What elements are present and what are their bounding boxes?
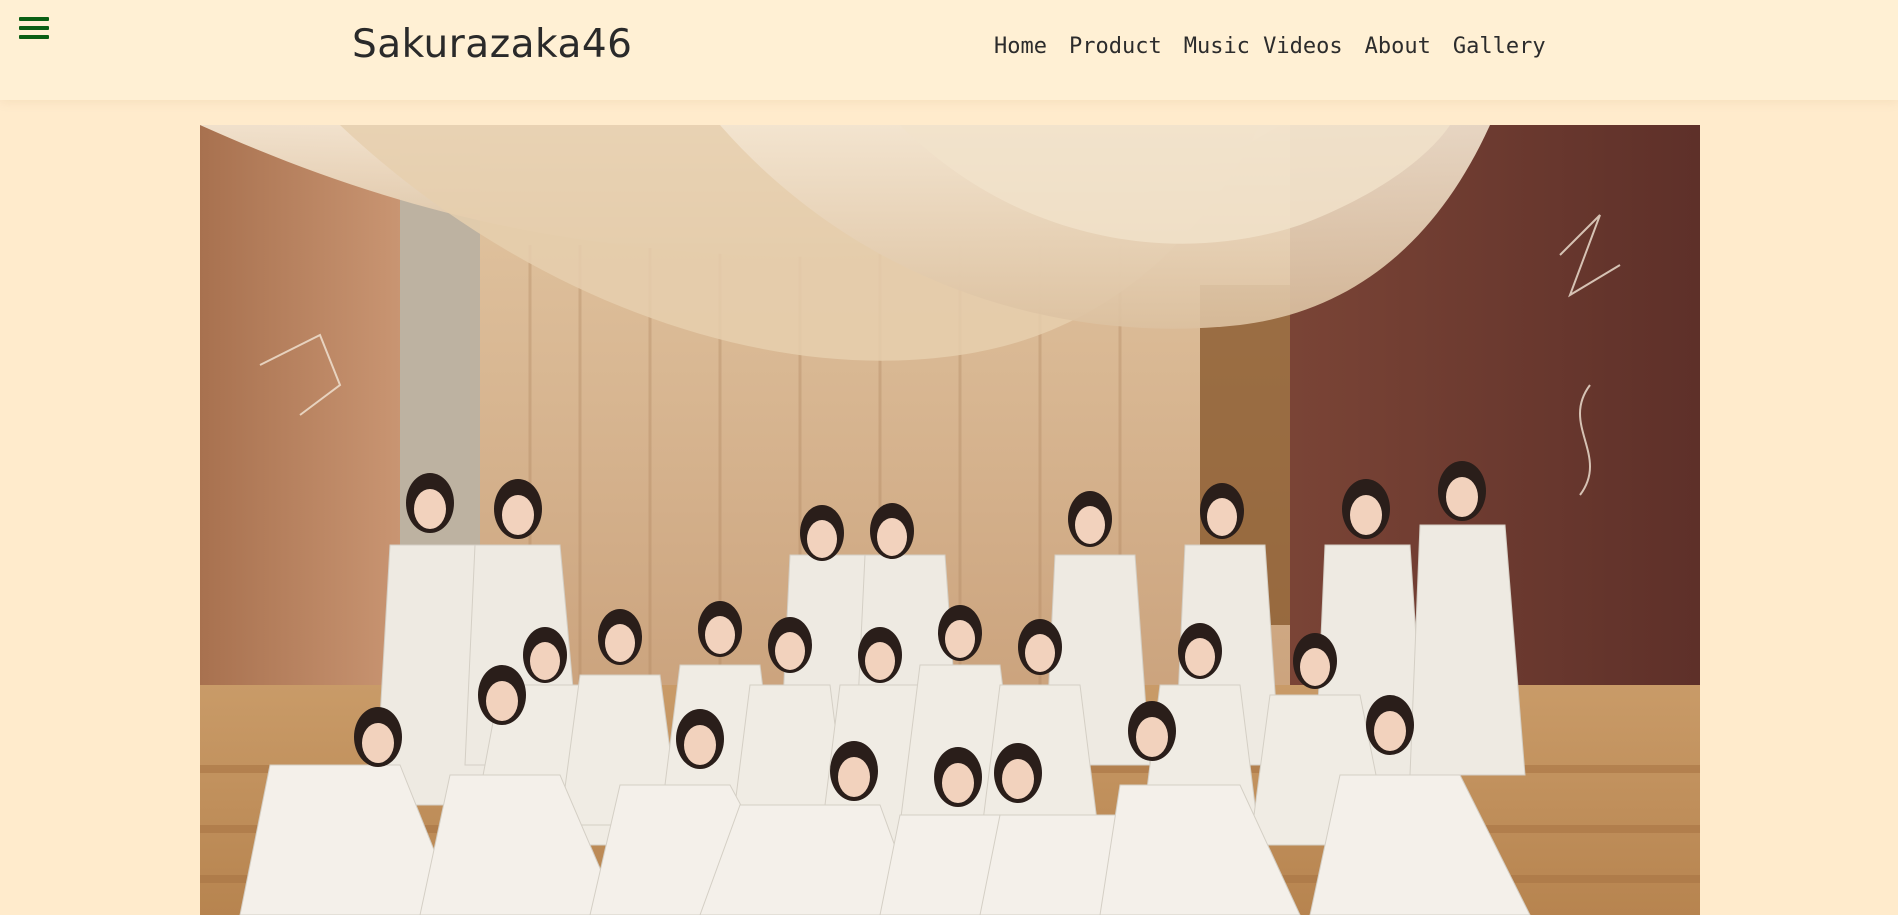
menu-bar — [19, 35, 49, 39]
nav-about[interactable]: About — [1365, 34, 1431, 60]
nav-product[interactable]: Product — [1069, 34, 1162, 60]
nav-home[interactable]: Home — [994, 34, 1047, 60]
menu-bar — [19, 26, 49, 30]
site-header: Sakurazaka46 Home Product Music Videos A… — [0, 0, 1898, 100]
menu-bar — [19, 17, 49, 21]
main-nav: Home Product Music Videos About Gallery — [994, 34, 1546, 60]
group-photo-illustration — [200, 125, 1700, 915]
nav-gallery[interactable]: Gallery — [1453, 34, 1546, 60]
hero-group-photo — [200, 125, 1700, 915]
hamburger-menu-icon[interactable] — [17, 15, 51, 43]
site-logo[interactable]: Sakurazaka46 — [352, 22, 633, 69]
nav-music-videos[interactable]: Music Videos — [1184, 34, 1343, 60]
